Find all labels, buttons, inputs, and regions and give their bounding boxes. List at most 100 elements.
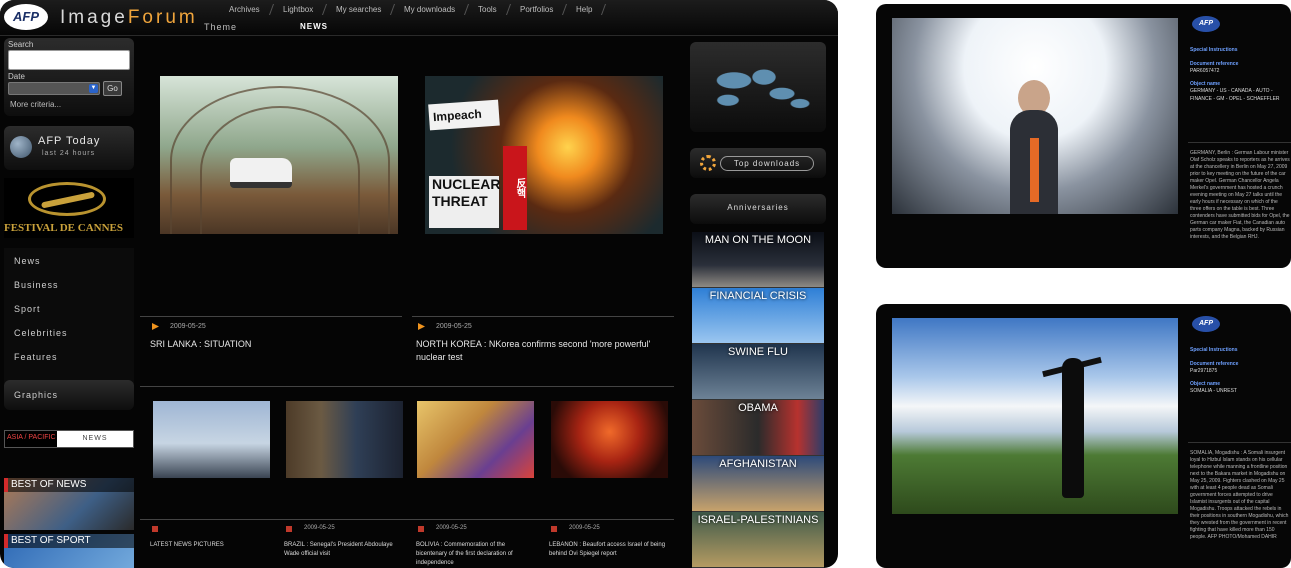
tab-news[interactable]: NEWS [300,22,328,31]
silhouette-shape [1062,358,1084,498]
object-name-value: GERMANY - US - CANADA - AUTO - FINANCE -… [1190,88,1280,102]
anniversary-afghanistan[interactable]: AFGHANISTAN [692,456,824,512]
left-sidebar: Search Date ▼ Go More criteria... AFP To… [4,38,134,568]
photo-metadata: AFP Special Instructions Document refere… [1188,314,1291,560]
brand-suffix: Forum [127,7,198,28]
story-photo-north-korea[interactable]: Impeach NUCLEAR THREAT 反핵 [425,76,663,234]
top-downloads-button[interactable]: Top downloads [690,148,826,178]
brand-title: ImageForum [60,7,198,29]
main-nav: Archives Lightbox My searches My downloa… [215,4,607,15]
photo-detail-panel: AFP Special Instructions Document refere… [876,4,1291,268]
photo-detail-panel: AFP Special Instructions Document refere… [876,304,1291,568]
palm-logo-icon [28,182,106,216]
divider [1188,442,1291,443]
best-of-sport-banner[interactable]: BEST OF SPORT [4,534,134,568]
thumbnail-latest[interactable] [153,401,270,478]
protest-sign: NUCLEAR THREAT [429,176,500,228]
menu-item-sport[interactable]: Sport [14,304,41,314]
news-marker-icon [551,526,557,532]
doc-ref-value: Par2971875 [1190,368,1218,374]
brand-prefix: Image [60,7,128,28]
anniversary-israel-palestinians[interactable]: ISRAEL-PALESTINIANS [692,512,824,568]
anniversary-swine-flu[interactable]: SWINE FLU [692,344,824,400]
latest-caption[interactable]: LEBANON : Beaufort access Israel of bein… [549,541,667,559]
menu-item-celebrities[interactable]: Celebrities [14,328,68,338]
story-photo-sri-lanka[interactable] [160,76,398,234]
anniversary-man-on-moon[interactable]: MAN ON THE MOON [692,232,824,288]
right-sidebar: Top downloads Anniversaries MAN ON THE M… [690,38,826,568]
globe-icon [10,136,32,158]
search-label: Search [8,40,34,49]
anniversary-obama[interactable]: OBAMA [692,400,824,456]
more-criteria-link[interactable]: More criteria... [10,100,61,109]
photo-caption: GERMANY, Berlin : German Labour minister… [1190,150,1290,240]
date-label: Date [8,72,25,81]
region-label[interactable]: ASIA / PACIFIC [7,434,56,441]
doc-ref-value: PAR6057472 [1190,68,1220,74]
latest-date: 2009-05-25 [569,525,600,531]
news-marker-icon [286,526,292,532]
top-nav-bar: AFP ImageForum Archives Lightbox My sear… [0,0,838,36]
download-spinner-icon [700,155,716,171]
nav-my-downloads[interactable]: My downloads [391,4,470,15]
menu-item-news[interactable]: News [14,256,41,266]
story-headline[interactable]: SRI LANKA : SITUATION [150,338,400,351]
nav-my-searches[interactable]: My searches [322,4,396,15]
chevron-down-icon[interactable]: ▼ [89,84,98,93]
best-of-news-banner[interactable]: BEST OF NEWS [4,478,134,530]
tab-theme[interactable]: Theme [204,22,237,32]
detail-photo[interactable] [892,318,1178,514]
region-news-tab[interactable]: NEWS [57,431,133,447]
divider [412,316,674,317]
imageforum-window: AFP ImageForum Archives Lightbox My sear… [0,0,838,568]
detail-photo[interactable] [892,18,1178,214]
go-button[interactable]: Go [103,81,122,96]
news-marker-icon [152,526,158,532]
category-menu: News Business Sport Celebrities Features [4,248,134,384]
menu-item-business[interactable]: Business [14,280,59,290]
vehicle-shape [230,158,292,188]
latest-caption[interactable]: BOLIVIA : Commemoration of the bicentena… [416,541,534,568]
afp-today-title: AFP Today [38,135,101,147]
world-map-button[interactable] [690,42,826,132]
afp-logo: AFP [1192,316,1220,332]
latest-caption[interactable]: BRAZIL : Senegal's President Abdoulaye W… [284,541,402,559]
afp-logo[interactable]: AFP [4,4,48,30]
divider [140,386,674,387]
object-name-value: SOMALIA - UNREST [1190,388,1237,394]
nav-tools[interactable]: Tools [465,4,512,15]
arrow-icon [152,323,159,330]
nav-archives[interactable]: Archives [215,4,274,15]
best-of-sport-label: BEST OF SPORT [4,534,134,548]
photo-caption: SOMALIA, Mogadishu : A Somali insurgent … [1190,450,1289,540]
menu-item-features[interactable]: Features [14,352,58,362]
story-date: 2009-05-25 [436,323,472,330]
world-map-icon [698,54,818,120]
afp-logo: AFP [1192,16,1220,32]
search-panel: Search Date ▼ Go More criteria... [4,38,134,116]
best-of-news-label: BEST OF NEWS [4,478,134,492]
nav-portfolios[interactable]: Portfolios [507,4,568,15]
anniversaries-label: Anniversaries [727,203,789,212]
thumbnail-lebanon[interactable] [551,401,668,478]
latest-caption[interactable]: LATEST NEWS PICTURES [150,541,268,550]
nav-help[interactable]: Help [563,4,607,15]
afp-today-button[interactable]: AFP Today last 24 hours [4,126,134,170]
anniversaries-header: Anniversaries [690,194,826,224]
date-select[interactable]: ▼ [8,82,100,95]
photo-metadata: AFP Special Instructions Document refere… [1188,14,1291,260]
story-headline[interactable]: NORTH KOREA : NKorea confirms second 'mo… [416,338,676,364]
nav-lightbox[interactable]: Lightbox [269,4,327,15]
search-input[interactable] [8,50,130,70]
cannes-banner[interactable]: FESTIVAL DE CANNES [4,178,134,238]
top-downloads-label: Top downloads [720,156,814,171]
anniversary-financial-crisis[interactable]: FINANCIAL CRISIS [692,288,824,344]
protest-sign: 反핵 [503,146,527,230]
menu-item-graphics[interactable]: Graphics [14,390,58,400]
graphics-panel: Graphics [4,380,134,410]
thumbnail-brazil[interactable] [286,401,403,478]
thumbnail-bolivia[interactable] [417,401,534,478]
special-instructions-label: Special Instructions [1190,347,1238,353]
divider [1188,142,1291,143]
region-selector[interactable]: ASIA / PACIFIC NEWS [4,430,134,448]
